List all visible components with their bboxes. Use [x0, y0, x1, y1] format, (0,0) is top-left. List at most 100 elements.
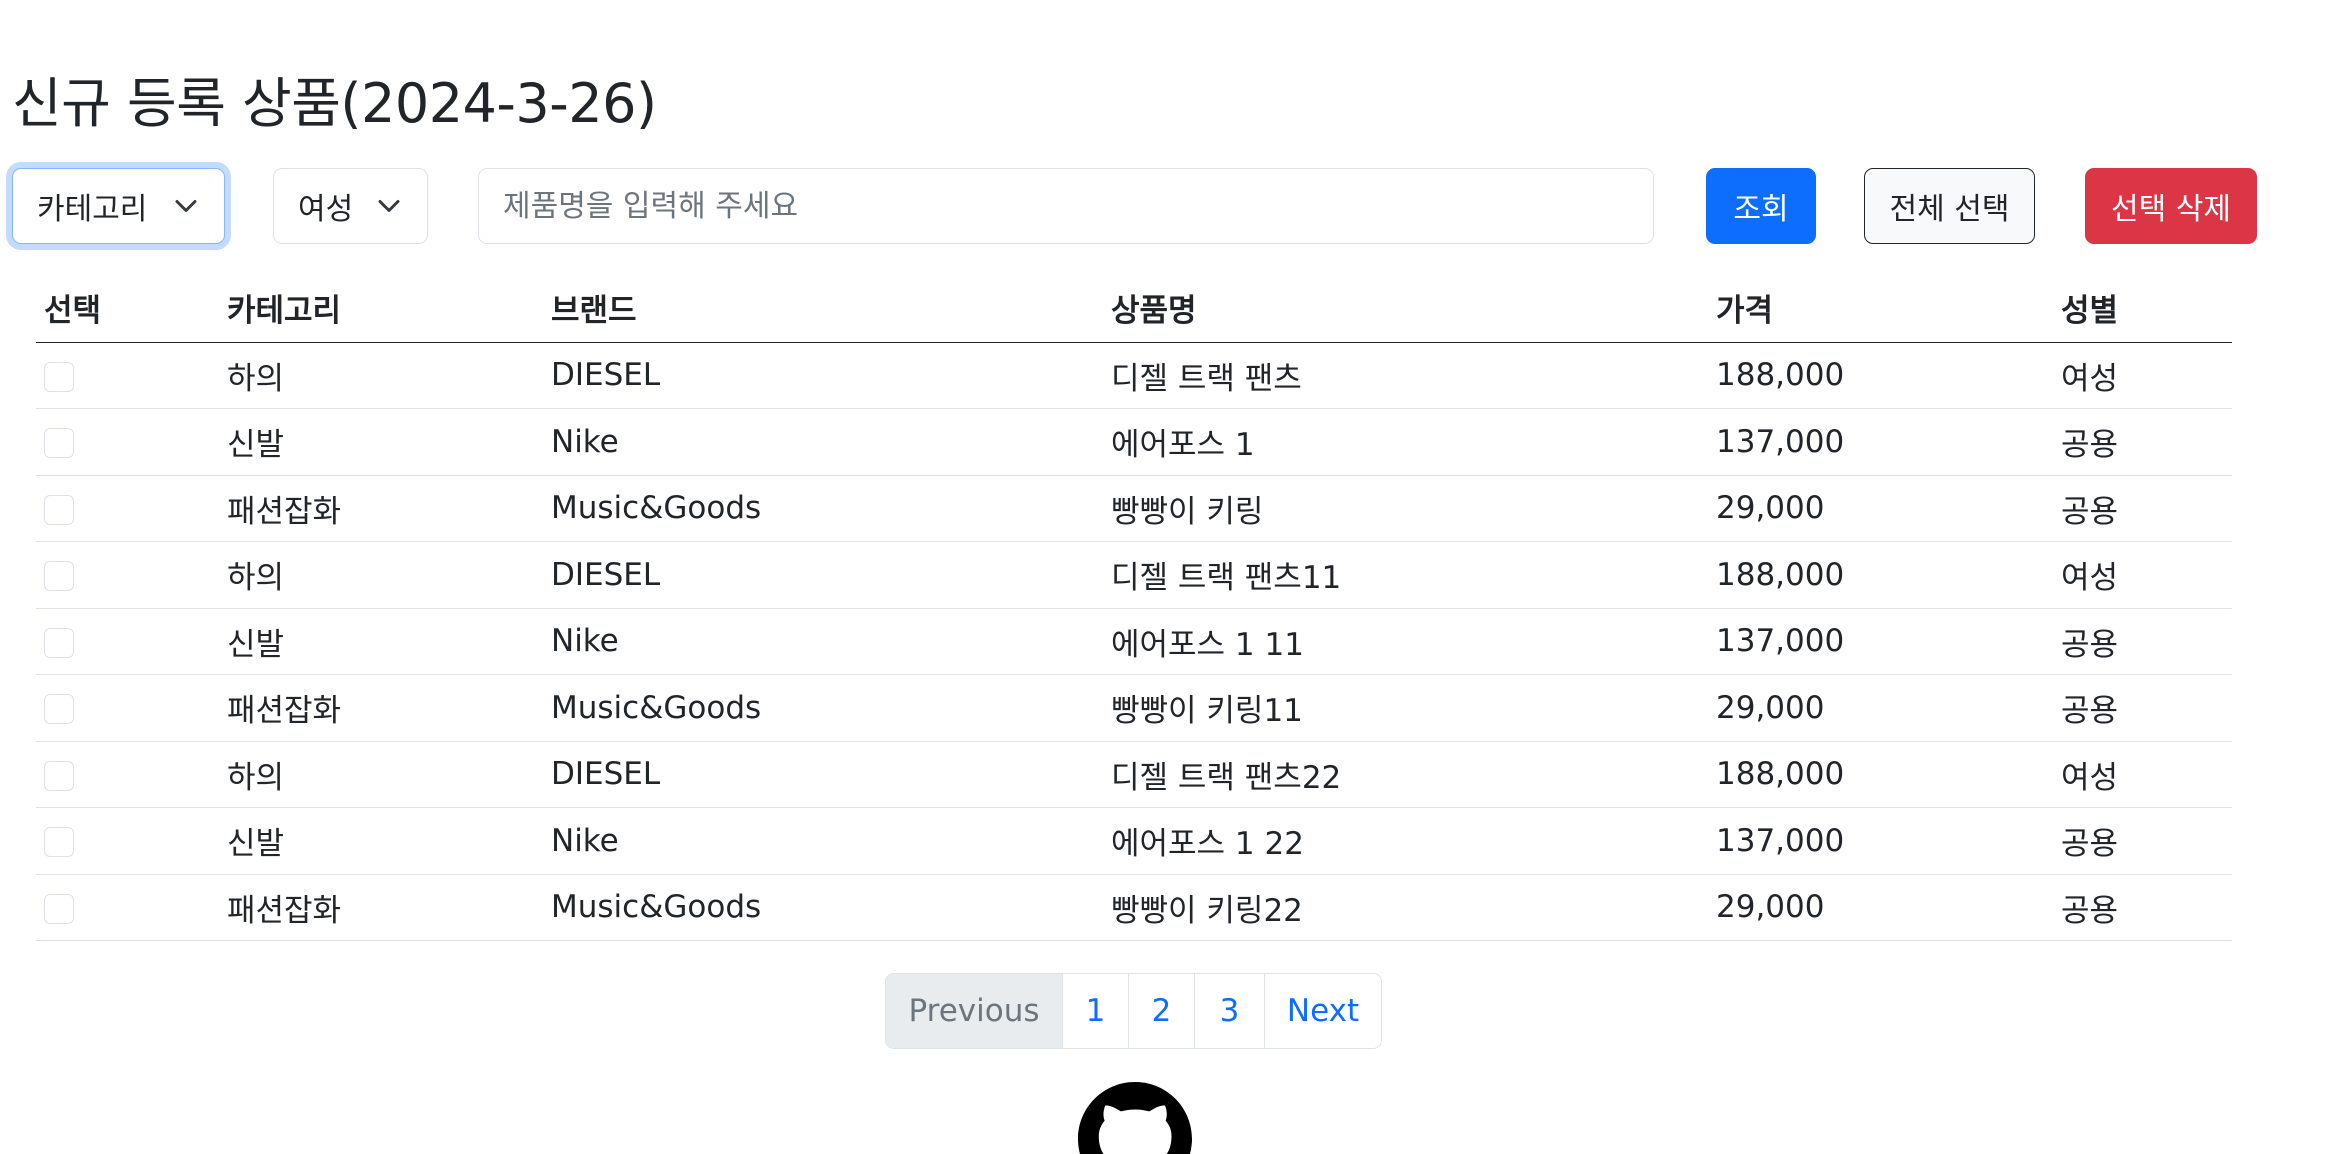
- row-price: 137,000: [1708, 408, 2053, 476]
- row-product-name: 빵빵이 키링11: [1103, 674, 1708, 742]
- pagination-page-1[interactable]: 1: [1062, 974, 1128, 1048]
- row-product-name: 디젤 트랙 팬츠11: [1103, 541, 1708, 609]
- row-price: 137,000: [1708, 807, 2053, 875]
- page-title: 신규 등록 상품(2024-3-26): [12, 72, 657, 135]
- row-select-cell: [36, 874, 219, 941]
- row-gender: 공용: [2053, 408, 2232, 476]
- table-row: 하의 DIESEL 디젤 트랙 팬츠 188,000 여성: [36, 342, 2232, 409]
- category-select[interactable]: 카테고리: [12, 168, 225, 244]
- row-checkbox[interactable]: [44, 494, 74, 525]
- row-select-cell: [36, 608, 219, 675]
- search-button[interactable]: 조회: [1706, 168, 1816, 244]
- row-product-name: 디젤 트랙 팬츠: [1103, 342, 1708, 409]
- row-price: 29,000: [1708, 475, 2053, 542]
- row-product-name: 에어포스 1: [1103, 408, 1708, 476]
- chevron-down-icon: [378, 200, 400, 212]
- header-select: 선택: [36, 274, 219, 343]
- row-checkbox[interactable]: [44, 561, 74, 592]
- row-gender: 공용: [2053, 475, 2232, 542]
- table-row: 신발 Nike 에어포스 1 22 137,000 공용: [36, 807, 2232, 875]
- row-select-cell: [36, 741, 219, 808]
- row-checkbox[interactable]: [44, 760, 74, 791]
- row-product-name: 빵빵이 키링22: [1103, 874, 1708, 941]
- select-all-button[interactable]: 전체 선택: [1864, 168, 2035, 244]
- row-checkbox[interactable]: [44, 627, 74, 658]
- table-row: 하의 DIESEL 디젤 트랙 팬츠11 188,000 여성: [36, 541, 2232, 609]
- table-header: 선택 카테고리 브랜드 상품명 가격 성별: [36, 274, 2232, 343]
- header-product-name: 상품명: [1103, 274, 1708, 343]
- pagination-previous[interactable]: Previous: [886, 974, 1062, 1048]
- row-brand: DIESEL: [543, 541, 1103, 609]
- row-category: 신발: [219, 807, 543, 875]
- pagination-page-2[interactable]: 2: [1128, 974, 1194, 1048]
- row-category: 하의: [219, 342, 543, 409]
- row-product-name: 빵빵이 키링: [1103, 475, 1708, 542]
- table-header-row: 선택 카테고리 브랜드 상품명 가격 성별: [36, 274, 2232, 343]
- row-brand: Music&Goods: [543, 475, 1103, 542]
- row-product-name: 디젤 트랙 팬츠22: [1103, 741, 1708, 808]
- header-price: 가격: [1708, 274, 2053, 343]
- table-row: 패션잡화 Music&Goods 빵빵이 키링 29,000 공용: [36, 475, 2232, 542]
- pagination: Previous 1 2 3 Next: [885, 973, 1382, 1049]
- category-select-value: 카테고리: [37, 192, 148, 227]
- row-product-name: 에어포스 1 11: [1103, 608, 1708, 675]
- row-gender: 공용: [2053, 807, 2232, 875]
- row-brand: DIESEL: [543, 741, 1103, 808]
- row-price: 188,000: [1708, 541, 2053, 609]
- product-name-search-input[interactable]: [478, 168, 1654, 244]
- row-gender: 공용: [2053, 874, 2232, 941]
- header-brand: 브랜드: [543, 274, 1103, 343]
- row-brand: Nike: [543, 608, 1103, 675]
- row-select-cell: [36, 541, 219, 609]
- row-brand: Nike: [543, 807, 1103, 875]
- table-row: 신발 Nike 에어포스 1 137,000 공용: [36, 408, 2232, 476]
- table-row: 하의 DIESEL 디젤 트랙 팬츠22 188,000 여성: [36, 741, 2232, 808]
- row-brand: Music&Goods: [543, 874, 1103, 941]
- row-gender: 공용: [2053, 608, 2232, 675]
- row-select-cell: [36, 475, 219, 542]
- row-brand: Music&Goods: [543, 674, 1103, 742]
- row-checkbox[interactable]: [44, 827, 74, 858]
- row-select-cell: [36, 674, 219, 742]
- delete-selected-button[interactable]: 선택 삭제: [2085, 168, 2257, 244]
- row-select-cell: [36, 807, 219, 875]
- row-category: 하의: [219, 741, 543, 808]
- row-category: 하의: [219, 541, 543, 609]
- row-price: 188,000: [1708, 342, 2053, 409]
- gender-select-value: 여성: [298, 192, 354, 227]
- row-price: 188,000: [1708, 741, 2053, 808]
- row-checkbox[interactable]: [44, 428, 74, 459]
- row-price: 29,000: [1708, 874, 2053, 941]
- github-icon[interactable]: [1078, 1082, 1192, 1154]
- product-table: 선택 카테고리 브랜드 상품명 가격 성별 하의 DIESEL 디젤 트랙 팬츠…: [36, 274, 2232, 941]
- header-category: 카테고리: [219, 274, 543, 343]
- row-brand: DIESEL: [543, 342, 1103, 409]
- gender-select[interactable]: 여성: [273, 168, 428, 244]
- row-category: 패션잡화: [219, 874, 543, 941]
- table-body: 하의 DIESEL 디젤 트랙 팬츠 188,000 여성 신발 Nike 에어…: [36, 342, 2232, 941]
- row-checkbox[interactable]: [44, 694, 74, 725]
- row-product-name: 에어포스 1 22: [1103, 807, 1708, 875]
- table-row: 패션잡화 Music&Goods 빵빵이 키링11 29,000 공용: [36, 674, 2232, 742]
- row-brand: Nike: [543, 408, 1103, 476]
- table-row: 패션잡화 Music&Goods 빵빵이 키링22 29,000 공용: [36, 874, 2232, 941]
- header-gender: 성별: [2053, 274, 2232, 343]
- row-gender: 여성: [2053, 541, 2232, 609]
- pagination-page-3[interactable]: 3: [1194, 974, 1264, 1048]
- row-checkbox[interactable]: [44, 893, 74, 924]
- row-gender: 여성: [2053, 342, 2232, 409]
- row-category: 패션잡화: [219, 475, 543, 542]
- row-gender: 여성: [2053, 741, 2232, 808]
- row-price: 29,000: [1708, 674, 2053, 742]
- row-checkbox[interactable]: [44, 361, 74, 392]
- row-category: 신발: [219, 608, 543, 675]
- chevron-down-icon: [175, 200, 197, 212]
- pagination-next[interactable]: Next: [1264, 974, 1381, 1048]
- table-row: 신발 Nike 에어포스 1 11 137,000 공용: [36, 608, 2232, 675]
- row-select-cell: [36, 408, 219, 476]
- page: 신규 등록 상품(2024-3-26) 카테고리 여성 조회 전체 선택 선택 …: [0, 0, 2334, 1154]
- row-price: 137,000: [1708, 608, 2053, 675]
- row-gender: 공용: [2053, 674, 2232, 742]
- row-category: 신발: [219, 408, 543, 476]
- row-select-cell: [36, 342, 219, 409]
